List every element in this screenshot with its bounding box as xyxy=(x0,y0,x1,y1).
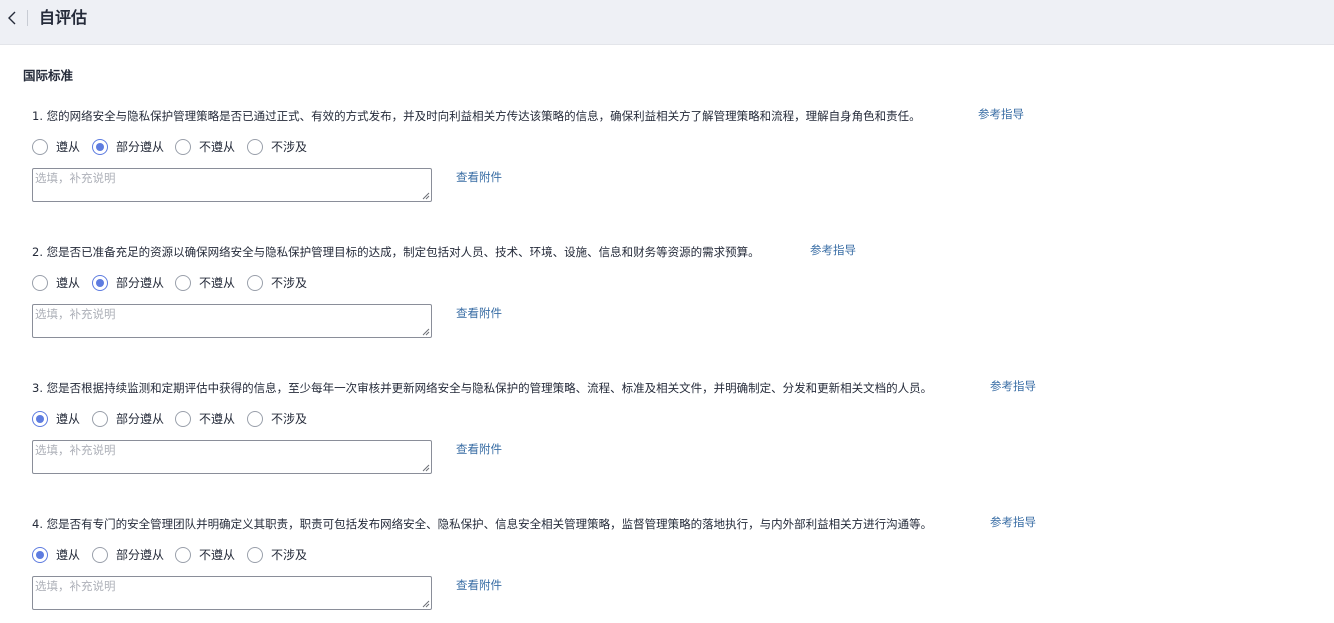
radio-unchecked-icon[interactable] xyxy=(247,139,263,155)
note-textarea-wrapper xyxy=(32,440,432,474)
radio-label: 不遵从 xyxy=(199,412,236,426)
view-attachment-link[interactable]: 查看附件 xyxy=(456,441,502,457)
question-item: 3. 您是否根据持续监测和定期评估中获得的信息，至少每年一次审核并更新网络安全与… xyxy=(0,378,1334,500)
radio-label: 遵从 xyxy=(56,276,81,290)
radio-unchecked-icon[interactable] xyxy=(247,411,263,427)
resize-grip-icon[interactable] xyxy=(422,192,430,200)
question-item: 2. 您是否已准备充足的资源以确保网络安全与隐私保护管理目标的达成，制定包括对人… xyxy=(0,242,1334,364)
radio-label: 不遵从 xyxy=(199,548,236,562)
note-textarea-wrapper xyxy=(32,168,432,202)
radio-label: 部分遵从 xyxy=(116,276,165,290)
note-textarea[interactable] xyxy=(33,441,431,473)
question-item: 1. 您的网络安全与隐私保护管理策略是否已通过正式、有效的方式发布，并及时向利益… xyxy=(0,106,1334,228)
view-attachment-link[interactable]: 查看附件 xyxy=(456,305,502,321)
radio-unchecked-icon[interactable] xyxy=(247,275,263,291)
reference-guide-link[interactable]: 参考指导 xyxy=(978,106,1024,122)
reference-guide-link[interactable]: 参考指导 xyxy=(990,514,1036,530)
radio-unchecked-icon[interactable] xyxy=(92,547,108,563)
radio-unchecked-icon[interactable] xyxy=(32,139,48,155)
resize-grip-icon[interactable] xyxy=(422,464,430,472)
question-text: 2. 您是否已准备充足的资源以确保网络安全与隐私保护管理目标的达成，制定包括对人… xyxy=(32,245,760,259)
page-header: 自评估 xyxy=(0,0,1334,45)
note-textarea[interactable] xyxy=(33,305,431,337)
radio-checked-icon[interactable] xyxy=(32,411,48,427)
radio-label: 不遵从 xyxy=(199,276,236,290)
page-title: 自评估 xyxy=(39,8,88,27)
note-textarea-wrapper xyxy=(32,304,432,338)
reference-guide-link[interactable]: 参考指导 xyxy=(810,242,856,258)
note-textarea-wrapper xyxy=(32,576,432,610)
resize-grip-icon[interactable] xyxy=(422,328,430,336)
radio-unchecked-icon[interactable] xyxy=(175,547,191,563)
radio-unchecked-icon[interactable] xyxy=(175,275,191,291)
radio-unchecked-icon[interactable] xyxy=(247,547,263,563)
radio-unchecked-icon[interactable] xyxy=(175,411,191,427)
header-divider xyxy=(27,10,28,26)
view-attachment-link[interactable]: 查看附件 xyxy=(456,577,502,593)
radio-label: 部分遵从 xyxy=(116,412,165,426)
radio-label: 不涉及 xyxy=(271,412,308,426)
radio-label: 部分遵从 xyxy=(116,140,165,154)
question-text: 4. 您是否有专门的安全管理团队并明确定义其职责，职责可包括发布网络安全、隐私保… xyxy=(32,517,933,531)
radio-label: 不涉及 xyxy=(271,276,308,290)
radio-unchecked-icon[interactable] xyxy=(92,411,108,427)
note-textarea[interactable] xyxy=(33,577,431,609)
radio-unchecked-icon[interactable] xyxy=(175,139,191,155)
reference-guide-link[interactable]: 参考指导 xyxy=(990,378,1036,394)
radio-label: 遵从 xyxy=(56,412,81,426)
radio-label: 遵从 xyxy=(56,548,81,562)
question-text: 1. 您的网络安全与隐私保护管理策略是否已通过正式、有效的方式发布，并及时向利益… xyxy=(32,109,921,123)
resize-grip-icon[interactable] xyxy=(422,600,430,608)
radio-label: 不遵从 xyxy=(199,140,236,154)
radio-label: 不涉及 xyxy=(271,140,308,154)
radio-unchecked-icon[interactable] xyxy=(32,275,48,291)
section-title: 国际标准 xyxy=(23,68,74,83)
radio-label: 遵从 xyxy=(56,140,81,154)
radio-checked-icon[interactable] xyxy=(92,275,108,291)
view-attachment-link[interactable]: 查看附件 xyxy=(456,169,502,185)
note-textarea[interactable] xyxy=(33,169,431,201)
radio-checked-icon[interactable] xyxy=(32,547,48,563)
radio-label: 不涉及 xyxy=(271,548,308,562)
question-text: 3. 您是否根据持续监测和定期评估中获得的信息，至少每年一次审核并更新网络安全与… xyxy=(32,381,933,395)
radio-checked-icon[interactable] xyxy=(92,139,108,155)
radio-label: 部分遵从 xyxy=(116,548,165,562)
question-item: 4. 您是否有专门的安全管理团队并明确定义其职责，职责可包括发布网络安全、隐私保… xyxy=(0,514,1334,623)
chevron-left-icon[interactable] xyxy=(4,8,22,28)
